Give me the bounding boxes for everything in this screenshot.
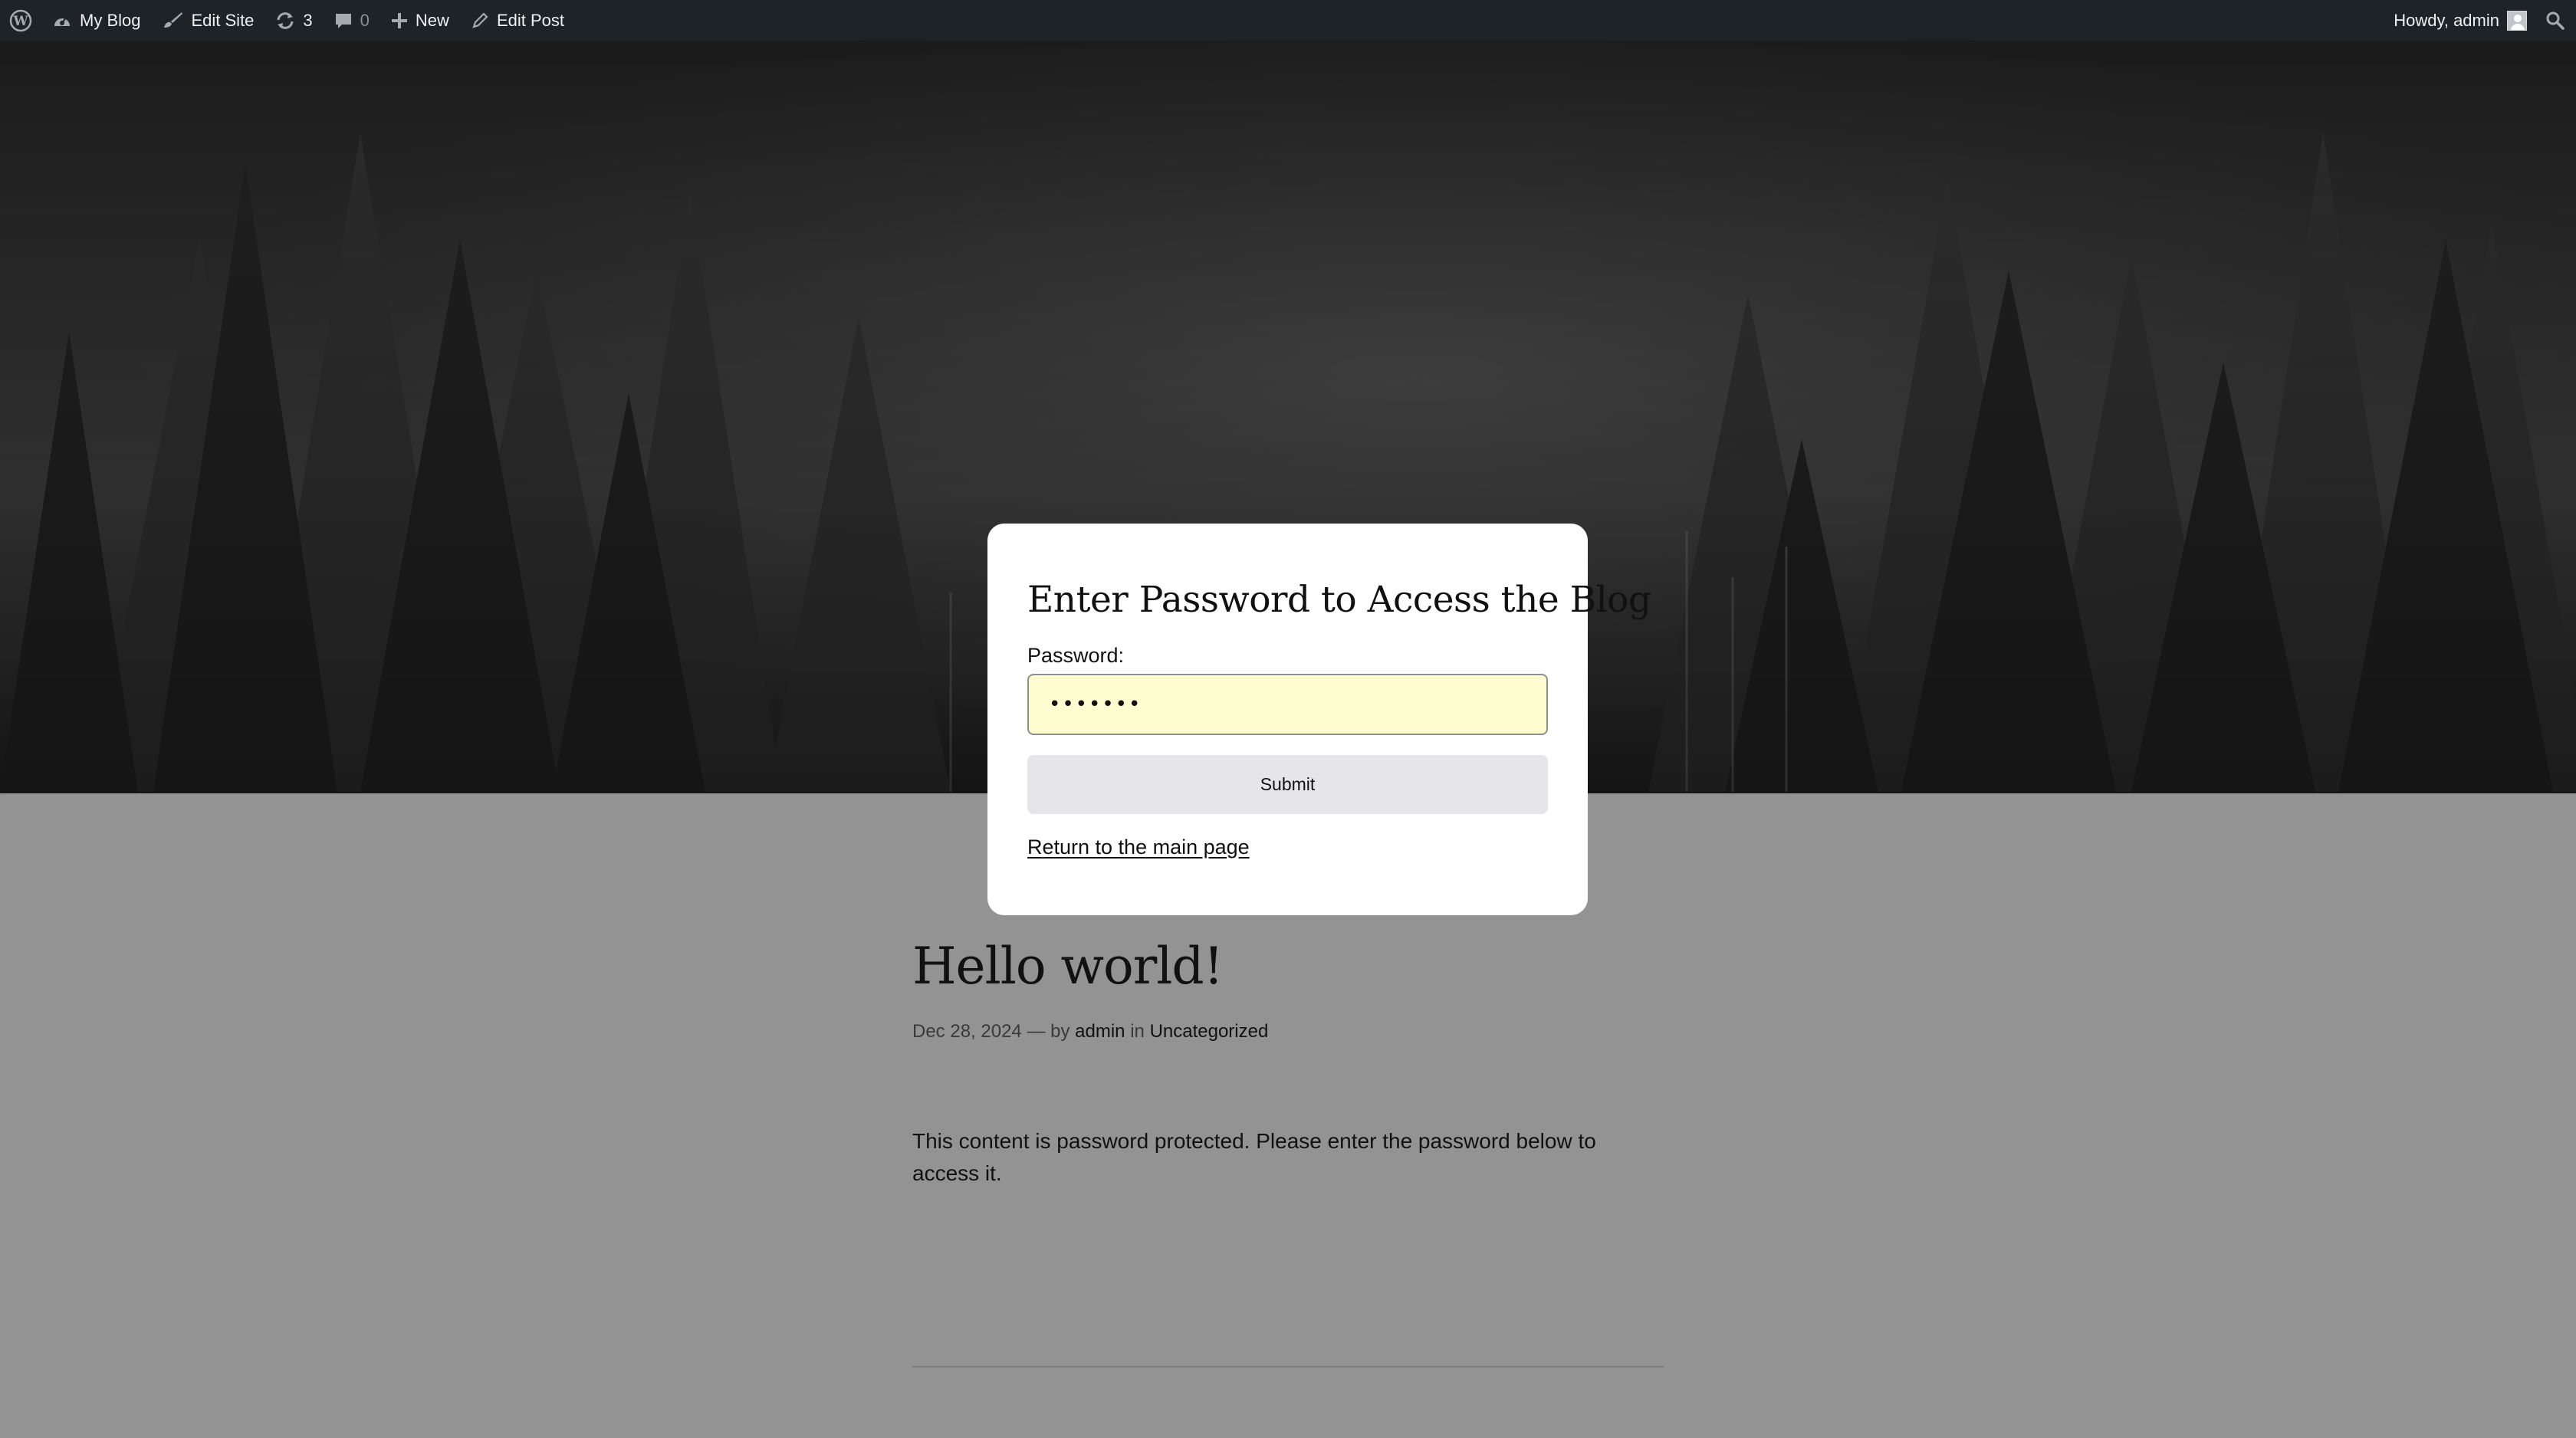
dashboard-gauge-icon (52, 12, 72, 29)
site-name-menu[interactable]: My Blog (41, 0, 151, 41)
comment-icon (334, 11, 353, 30)
password-input[interactable] (1027, 674, 1548, 735)
updates-menu[interactable]: 3 (264, 0, 323, 41)
admin-toolbar-right: Howdy, admin (2383, 0, 2576, 41)
brush-icon (162, 11, 183, 31)
modal-title: Enter Password to Access the Blog (1027, 579, 1651, 621)
post-protected-message: This content is password protected. Plea… (912, 1129, 1596, 1185)
admin-toolbar-left: W My Blog Edit Site 3 0 New Edit Post (0, 0, 2383, 41)
plus-icon (391, 12, 408, 29)
password-modal: Enter Password to Access the Blog Passwo… (987, 524, 1651, 915)
site-name-label: My Blog (80, 10, 141, 30)
edit-site-label: Edit Site (191, 10, 255, 30)
refresh-icon (275, 11, 295, 30)
post-category-link[interactable]: Uncategorized (1150, 1021, 1269, 1042)
updates-count: 3 (303, 10, 313, 30)
new-content-menu[interactable]: New (380, 0, 460, 41)
post-author-link[interactable]: admin (1075, 1021, 1125, 1042)
search-toggle[interactable] (2538, 0, 2576, 41)
post-meta: Dec 28, 2024 — by admin in Uncategorized (912, 1021, 1268, 1042)
wordpress-menu[interactable]: W (0, 0, 41, 41)
my-account-menu[interactable]: Howdy, admin (2383, 0, 2538, 41)
edit-post-label: Edit Post (496, 10, 564, 30)
pencil-icon (471, 11, 489, 30)
comments-menu[interactable]: 0 (324, 0, 380, 41)
post-date[interactable]: Dec 28, 2024 (912, 1021, 1022, 1042)
edit-site-menu[interactable]: Edit Site (151, 0, 264, 41)
new-label: New (415, 10, 449, 30)
submit-button[interactable]: Submit (1027, 755, 1548, 814)
content-separator (912, 1366, 1664, 1367)
password-label: Password: (1027, 644, 1125, 667)
howdy-label: Howdy, admin (2394, 10, 2499, 30)
search-icon (2545, 11, 2565, 31)
svg-text:W: W (12, 14, 28, 29)
avatar-icon (2507, 10, 2527, 31)
meta-dash: — (1027, 1021, 1046, 1042)
meta-in: in (1130, 1021, 1145, 1042)
edit-post-menu[interactable]: Edit Post (460, 0, 575, 41)
comments-count: 0 (360, 10, 370, 30)
wordpress-logo-icon: W (9, 9, 32, 32)
return-main-page-link[interactable]: Return to the main page (1027, 836, 1250, 859)
meta-by: by (1050, 1021, 1070, 1042)
post-title[interactable]: Hello world! (912, 937, 1224, 996)
admin-toolbar: W My Blog Edit Site 3 0 New Edit Post Ho… (0, 0, 2576, 41)
